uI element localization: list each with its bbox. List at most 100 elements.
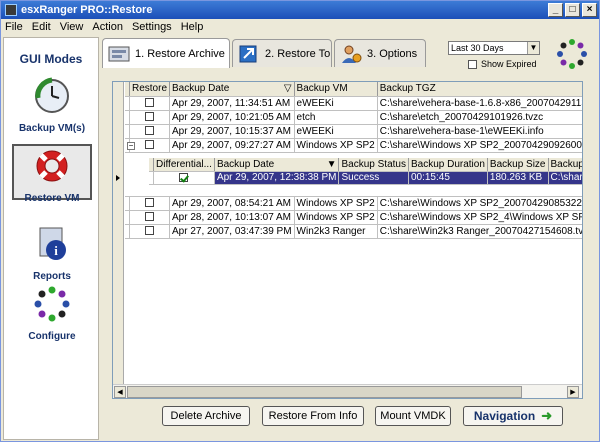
date-range-value: Last 30 Days <box>451 43 504 53</box>
restore-checkbox[interactable] <box>145 212 154 222</box>
minimize-button[interactable]: _ <box>548 3 563 17</box>
current-row-indicator-icon <box>116 175 120 181</box>
cell-backup-tgz: C:\share\Windows XP SP2_20070429092600.t… <box>377 138 582 153</box>
backup-archive-grid[interactable]: Restore Backup Date ▽ Backup VM Backup T… <box>112 81 583 399</box>
cell-backup-tgz: C:\share\Win2k3 Ranger_20070427154608.tv… <box>377 224 582 239</box>
header-backup-size[interactable]: Backup Size <box>487 158 549 172</box>
header-backup-date[interactable]: Backup Date ▽ <box>169 82 295 97</box>
date-range-select[interactable]: Last 30 Days ▼ <box>448 41 540 55</box>
cell-backup-vm: eWEEKi <box>294 96 378 111</box>
show-expired-box[interactable] <box>468 59 477 69</box>
header-backup-destination[interactable]: Backup Destina <box>548 158 582 172</box>
restore-from-info-button[interactable]: Restore From Info <box>262 406 364 426</box>
menu-help[interactable]: Help <box>181 21 204 33</box>
table-row[interactable]: Apr 29, 2007, 10:15:37 AM eWEEKi C:\shar… <box>125 124 582 139</box>
table-row[interactable]: Apr 29, 2007, 08:54:21 AM Windows XP SP2… <box>125 196 582 211</box>
restore-to-icon <box>239 45 257 62</box>
show-expired-checkbox[interactable]: Show Expired <box>468 59 537 69</box>
mode-restore-vm[interactable]: Restore VM <box>12 144 92 204</box>
title-bar: esxRanger PRO::Restore _ □ × <box>1 1 599 19</box>
cell-backup-date: Apr 27, 2007, 03:47:39 PM <box>169 224 295 239</box>
scrollbar-thumb[interactable] <box>127 386 522 398</box>
reports-info-icon: i <box>39 227 66 260</box>
mode-configure-label: Configure <box>28 331 76 342</box>
restore-checkbox[interactable] <box>145 140 154 150</box>
header-backup-duration[interactable]: Backup Duration <box>408 158 488 172</box>
menu-view[interactable]: View <box>60 21 84 33</box>
restore-checkbox[interactable] <box>145 226 154 236</box>
cell-backup-date: Apr 28, 2007, 10:13:07 AM <box>169 210 295 225</box>
app-window: esxRanger PRO::Restore _ □ × File Edit V… <box>0 0 600 442</box>
arrow-right-icon: ➜ <box>541 408 553 423</box>
delete-archive-button[interactable]: Delete Archive <box>162 406 250 426</box>
header-differential[interactable]: Differential... <box>153 158 215 172</box>
navigation-button[interactable]: Navigation ➜ <box>463 406 563 426</box>
subgrid-header-row: Differential... Backup Date ▼ Backup Sta… <box>149 158 582 172</box>
table-header-row: Restore Backup Date ▽ Backup VM Backup T… <box>125 82 582 97</box>
scroll-left-icon[interactable]: ◀ <box>114 386 126 398</box>
sort-icon: ▽ <box>283 83 292 95</box>
table-row[interactable]: Apr 27, 2007, 03:47:39 PM Win2k3 Ranger … <box>125 224 582 239</box>
horizontal-scrollbar[interactable]: ◀ ▶ <box>113 384 582 398</box>
cell-backup-tgz: C:\share\Windows XP SP2_4\Windows XP SP2… <box>377 210 582 225</box>
cell-backup-date: Apr 29, 2007, 11:34:51 AM <box>169 96 295 111</box>
cell-backup-status: Success <box>338 171 409 185</box>
navigation-label: Navigation <box>473 409 536 423</box>
cell-backup-tgz: C:\share\etch_20070429101926.tvzc <box>377 110 582 125</box>
header-sub-backup-date[interactable]: Backup Date ▼ <box>214 158 340 172</box>
cell-backup-tgz: C:\share\vehera-base-1\eWEEKi.info <box>377 124 582 139</box>
close-button[interactable]: × <box>582 3 597 17</box>
cell-backup-date: Apr 29, 2007, 08:54:21 AM <box>169 196 295 211</box>
subgrid-row[interactable]: Apr 29, 2007, 12:38:38 PM Success 00:15:… <box>149 171 582 185</box>
row-selector-column <box>113 82 124 398</box>
mode-backup-vms[interactable]: Backup VM(s) <box>12 76 92 134</box>
tab-restore-archive[interactable]: 1. Restore Archive <box>102 38 230 68</box>
app-icon <box>5 4 17 16</box>
mode-reports[interactable]: i Reports <box>12 224 92 282</box>
header-restore[interactable]: Restore <box>129 82 171 97</box>
header-backup-vm[interactable]: Backup VM <box>294 82 378 97</box>
cell-backup-size: 180.263 KB <box>487 171 549 185</box>
table-row[interactable]: Apr 28, 2007, 10:13:07 AM Windows XP SP2… <box>125 210 582 225</box>
table-row[interactable]: Apr 29, 2007, 11:34:51 AM eWEEKi C:\shar… <box>125 96 582 111</box>
restore-checkbox[interactable] <box>145 198 154 208</box>
cell-backup-vm: Windows XP SP2 <box>294 196 378 211</box>
mode-configure[interactable]: Configure <box>12 284 92 342</box>
svg-text:i: i <box>54 243 58 258</box>
restore-checkbox[interactable] <box>145 126 154 136</box>
collapse-row-icon[interactable]: − <box>127 142 135 150</box>
lifebuoy-icon <box>36 150 68 182</box>
mount-vmdk-button[interactable]: Mount VMDK <box>375 406 451 426</box>
cell-backup-vm: Windows XP SP2 <box>294 138 378 153</box>
differential-subgrid: Differential... Backup Date ▼ Backup Sta… <box>149 158 582 185</box>
gui-modes-panel: GUI Modes Backup VM(s) Restore VM i Repo… <box>3 37 99 440</box>
tab-restore-to[interactable]: 2. Restore To <box>232 39 332 67</box>
header-backup-status[interactable]: Backup Status <box>338 158 409 172</box>
restore-checkbox[interactable] <box>145 98 154 108</box>
menu-bar: File Edit View Action Settings Help <box>1 19 599 35</box>
chevron-down-icon[interactable]: ▼ <box>527 42 539 54</box>
menu-settings[interactable]: Settings <box>132 21 172 33</box>
tab-options[interactable]: 3. Options <box>334 39 426 67</box>
maximize-button[interactable]: □ <box>565 3 580 17</box>
menu-file[interactable]: File <box>5 21 23 33</box>
gui-modes-title: GUI Modes <box>19 52 83 66</box>
header-backup-tgz[interactable]: Backup TGZ <box>377 82 582 97</box>
cell-backup-tgz: C:\share\Windows XP SP2_20070429085322\W… <box>377 196 582 211</box>
restore-checkbox[interactable] <box>145 112 154 122</box>
table-row[interactable]: Apr 29, 2007, 09:27:27 AM Windows XP SP2… <box>125 138 582 153</box>
cell-backup-vm: eWEEKi <box>294 124 378 139</box>
differential-checkbox[interactable] <box>179 172 189 182</box>
cell-backup-date: Apr 29, 2007, 09:27:27 AM <box>169 138 295 153</box>
cell-backup-tgz: C:\share\vehera-base-1.6.8-x86_200704291… <box>377 96 582 111</box>
menu-edit[interactable]: Edit <box>32 21 51 33</box>
show-expired-label: Show Expired <box>481 59 537 69</box>
menu-action[interactable]: Action <box>92 21 123 33</box>
mode-restore-label: Restore VM <box>24 193 80 204</box>
clock-backup-icon <box>35 77 69 113</box>
scroll-right-icon[interactable]: ▶ <box>567 386 579 398</box>
tab-options-label: 3. Options <box>367 47 418 60</box>
table-row[interactable]: Apr 29, 2007, 10:21:05 AM etch C:\share\… <box>125 110 582 125</box>
cell-sub-backup-date: Apr 29, 2007, 12:38:38 PM <box>214 171 340 185</box>
cell-backup-vm: Win2k3 Ranger <box>294 224 378 239</box>
